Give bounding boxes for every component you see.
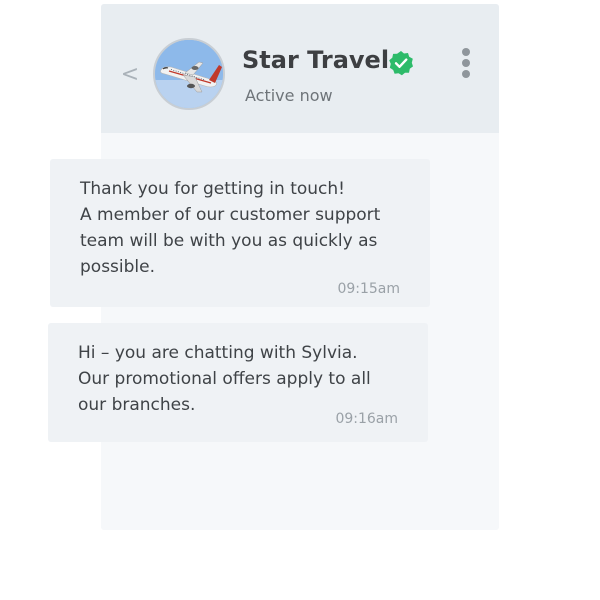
back-button[interactable]: < — [119, 61, 141, 89]
message-timestamp: 09:15am — [337, 281, 400, 297]
message-line: A member of our customer support — [80, 205, 381, 225]
message-text: Thank you for getting in touch! A member… — [80, 176, 410, 280]
message-bubble: Thank you for getting in touch! A member… — [50, 159, 430, 307]
message-bubble: Hi – you are chatting with Sylvia. Our p… — [48, 323, 428, 442]
airplane-icon — [155, 40, 223, 108]
message-line: Hi – you are chatting with Sylvia. — [78, 343, 358, 363]
message-line: team will be with you as quickly as — [80, 231, 378, 251]
menu-dot — [462, 70, 470, 78]
message-timestamp: 09:16am — [335, 411, 398, 427]
message-line: possible. — [80, 257, 156, 277]
status-text: Active now — [245, 86, 333, 105]
message-line: Thank you for getting in touch! — [80, 179, 345, 199]
chat-window: < Star Travel Active now Thank you for g… — [0, 0, 600, 600]
avatar — [153, 38, 225, 110]
message-text: Hi – you are chatting with Sylvia. Our p… — [78, 340, 408, 418]
menu-dot — [462, 48, 470, 56]
kebab-menu-icon[interactable] — [456, 48, 476, 78]
menu-dot — [462, 59, 470, 67]
verified-badge-icon — [389, 51, 413, 76]
page-title: Star Travel — [242, 46, 390, 74]
message-line: Our promotional offers apply to all — [78, 369, 371, 389]
